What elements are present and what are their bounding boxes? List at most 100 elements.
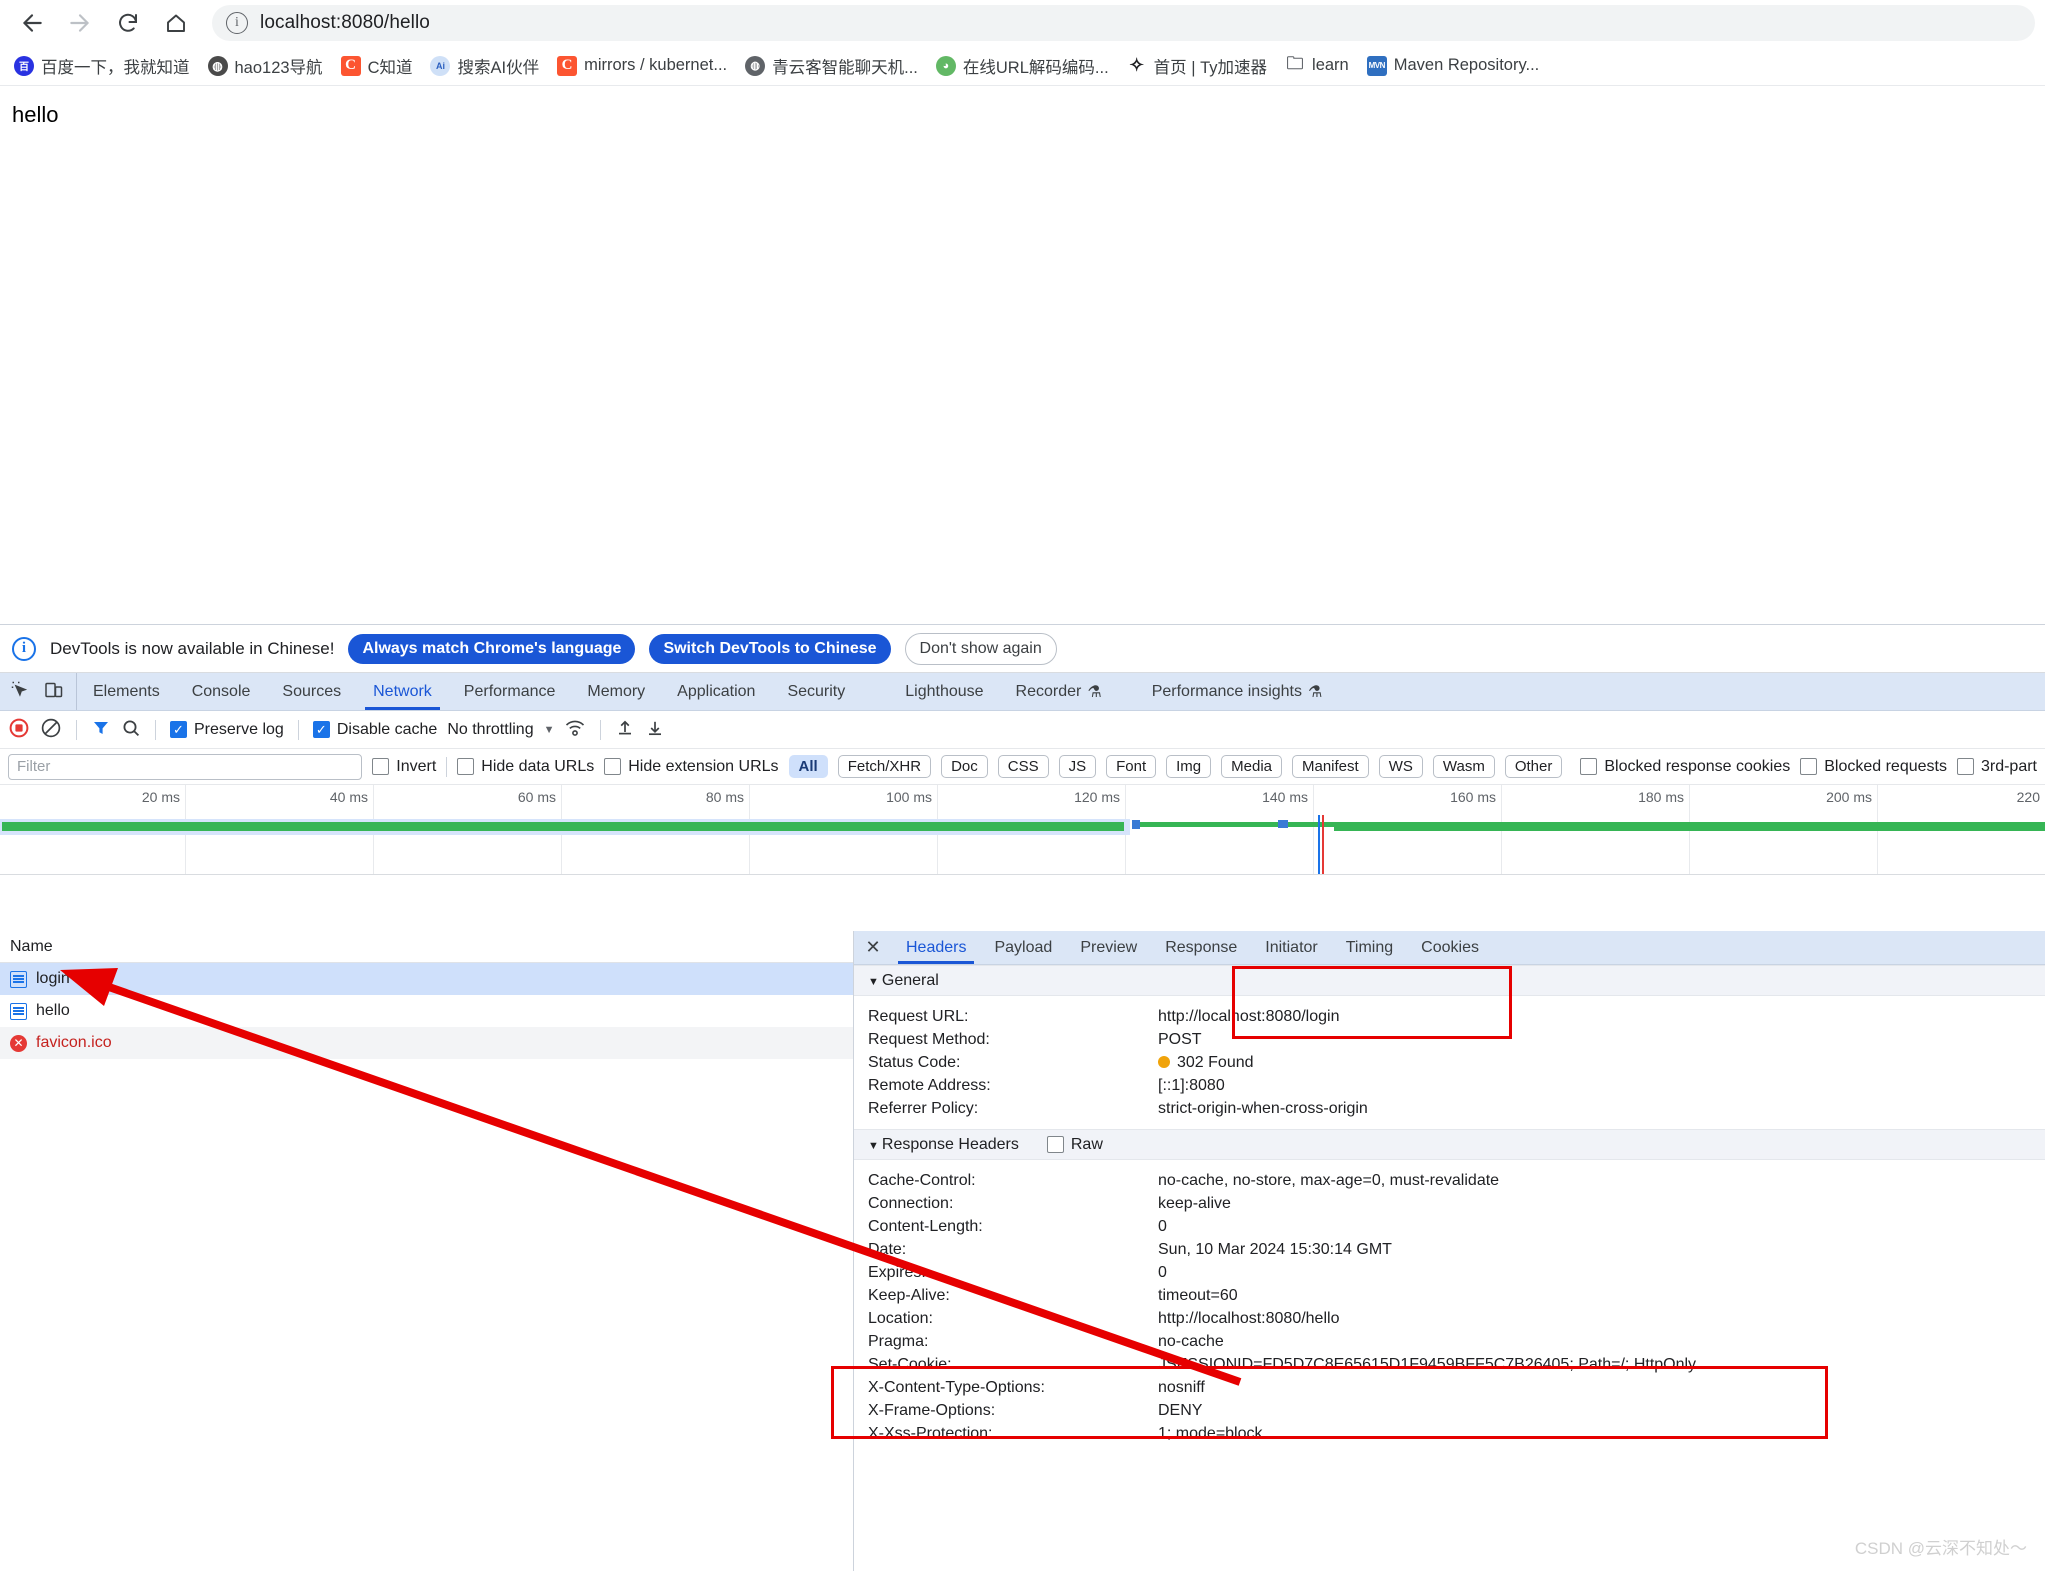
- type-filter-manifest[interactable]: Manifest: [1292, 755, 1369, 778]
- general-section-header[interactable]: ▼ General: [854, 965, 2045, 996]
- type-filter-img[interactable]: Img: [1166, 755, 1212, 778]
- bookmark-qingyunke[interactable]: ◍ 青云客智能聊天机...: [737, 50, 926, 82]
- tab-performance[interactable]: Performance: [448, 673, 572, 710]
- bookmark-cknow[interactable]: C C知道: [333, 50, 421, 82]
- switch-to-chinese-button[interactable]: Switch DevTools to Chinese: [649, 633, 891, 664]
- header-value: 1; mode=block: [1158, 1424, 1263, 1442]
- dont-show-again-button[interactable]: Don't show again: [904, 632, 1057, 665]
- forward-button[interactable]: [58, 3, 102, 43]
- csdn-c-icon: C: [340, 55, 361, 76]
- chevron-down-icon[interactable]: ▼: [544, 724, 555, 736]
- always-match-language-button[interactable]: Always match Chrome's language: [348, 633, 636, 664]
- tab-sources[interactable]: Sources: [266, 673, 357, 710]
- detail-tab-timing[interactable]: Timing: [1332, 931, 1407, 964]
- tab-memory[interactable]: Memory: [571, 673, 661, 710]
- type-filter-doc[interactable]: Doc: [941, 755, 988, 778]
- bookmark-mirrors-kubernetes[interactable]: C mirrors / kubernet...: [549, 52, 735, 80]
- detail-tab-initiator[interactable]: Initiator: [1251, 931, 1331, 964]
- tab-elements[interactable]: Elements: [77, 673, 176, 710]
- third-party-checkbox[interactable]: 3rd-part: [1956, 758, 2037, 776]
- bookmark-url-decoder[interactable]: ◕ 在线URL解码编码...: [928, 50, 1117, 82]
- raw-checkbox[interactable]: Raw: [1046, 1136, 1103, 1154]
- type-filter-all[interactable]: All: [788, 755, 828, 778]
- type-filter-font[interactable]: Font: [1106, 755, 1157, 778]
- site-info-icon[interactable]: i: [226, 12, 248, 34]
- request-table-header[interactable]: Name: [0, 931, 853, 963]
- detail-tab-cookies[interactable]: Cookies: [1407, 931, 1493, 964]
- bookmark-maven-repository[interactable]: MVN Maven Repository...: [1359, 52, 1548, 80]
- hide-extension-urls-checkbox[interactable]: Hide extension URLs: [604, 758, 779, 776]
- close-icon[interactable]: ✕: [854, 931, 892, 964]
- type-filter-fetch-xhr[interactable]: Fetch/XHR: [837, 755, 932, 778]
- type-filter-wasm[interactable]: Wasm: [1432, 755, 1495, 778]
- home-button[interactable]: [154, 3, 198, 43]
- bookmark-baidu[interactable]: 百 百度一下，我就知道: [6, 50, 198, 82]
- filter-funnel-icon[interactable]: [91, 718, 111, 742]
- type-filter-js[interactable]: JS: [1058, 755, 1097, 778]
- blocked-requests-checkbox[interactable]: Blocked requests: [1800, 758, 1947, 776]
- invert-checkbox[interactable]: Invert: [372, 758, 436, 776]
- detail-tab-headers[interactable]: Headers: [892, 931, 980, 964]
- tab-network[interactable]: Network: [357, 673, 448, 710]
- bookmark-ai-partner[interactable]: Ai 搜索AI伙伴: [422, 50, 547, 82]
- blocked-response-cookies-checkbox[interactable]: Blocked response cookies: [1580, 758, 1790, 776]
- back-button[interactable]: [10, 3, 54, 43]
- status-text: 302 Found: [1177, 1053, 1254, 1071]
- bookmark-folder-learn[interactable]: 🗀 learn: [1277, 52, 1357, 80]
- type-filter-css[interactable]: CSS: [997, 755, 1049, 778]
- address-bar[interactable]: i localhost:8080/hello: [212, 5, 2035, 41]
- bookmark-hao123[interactable]: ◍ hao123导航: [200, 50, 331, 82]
- detail-tab-response[interactable]: Response: [1151, 931, 1251, 964]
- tab-application[interactable]: Application: [661, 673, 771, 710]
- network-overview-timeline[interactable]: 20 ms 40 ms 60 ms 80 ms 100 ms 120 ms 14…: [0, 785, 2045, 875]
- type-filter-other[interactable]: Other: [1504, 755, 1563, 778]
- clear-button[interactable]: [40, 717, 62, 743]
- bookmark-label: 搜索AI伙伴: [457, 58, 540, 77]
- throttling-select[interactable]: No throttling: [447, 721, 533, 739]
- hide-data-urls-checkbox[interactable]: Hide data URLs: [457, 758, 594, 776]
- request-row-favicon[interactable]: ✕ favicon.ico: [0, 1027, 853, 1059]
- disable-cache-checkbox[interactable]: ✓ Disable cache: [312, 721, 437, 739]
- tab-label: Timing: [1345, 938, 1394, 956]
- tab-performance-insights[interactable]: Performance insights ⚗: [1136, 673, 1339, 710]
- response-headers-section-header[interactable]: ▼ Response Headers Raw: [854, 1129, 2045, 1160]
- checkbox-box: [1580, 758, 1598, 775]
- tab-security[interactable]: Security: [771, 673, 861, 710]
- header-name: X-Content-Type-Options:: [868, 1378, 1045, 1396]
- detail-tab-preview[interactable]: Preview: [1066, 931, 1151, 964]
- search-magnifier-icon[interactable]: [121, 718, 141, 742]
- overview-marker-blue-a: [1132, 820, 1140, 829]
- overview-marker-blue-b: [1278, 820, 1288, 828]
- tab-label: Preview: [1080, 938, 1138, 956]
- import-har-icon[interactable]: [615, 718, 635, 742]
- filter-input[interactable]: Filter: [8, 753, 363, 780]
- network-conditions-icon[interactable]: [564, 718, 586, 742]
- general-row-request-url: Request URL: http://localhost:8080/login: [854, 1005, 2045, 1028]
- request-row-login[interactable]: login: [0, 963, 853, 995]
- response-header-keep-alive: Keep-Alive: timeout=60: [854, 1284, 2045, 1307]
- detail-tab-payload[interactable]: Payload: [980, 931, 1066, 964]
- type-filter-media[interactable]: Media: [1221, 755, 1282, 778]
- header-name: Expires:: [868, 1263, 926, 1281]
- request-row-hello[interactable]: hello: [0, 995, 853, 1027]
- tab-label: Elements: [93, 682, 160, 700]
- response-header-date: Date: Sun, 10 Mar 2024 15:30:14 GMT: [854, 1238, 2045, 1261]
- reload-button[interactable]: [106, 3, 150, 43]
- bookmarks-bar: 百 百度一下，我就知道 ◍ hao123导航 C C知道 Ai 搜索AI伙伴 C…: [0, 46, 2045, 86]
- record-button[interactable]: [8, 717, 30, 743]
- overview-request-bar-favicon: [1334, 822, 2045, 831]
- network-filter-toolbar: Filter Invert Hide data URLs Hide extens…: [0, 749, 2045, 785]
- request-detail-pane: ✕ Headers Payload Preview Response Initi…: [854, 931, 2045, 1571]
- tab-lighthouse[interactable]: Lighthouse: [889, 673, 999, 710]
- header-value: 0: [1158, 1263, 1167, 1281]
- type-filter-ws[interactable]: WS: [1378, 755, 1423, 778]
- device-toolbar-icon[interactable]: [44, 680, 64, 704]
- preserve-log-checkbox[interactable]: ✓ Preserve log: [170, 721, 284, 739]
- export-har-icon[interactable]: [645, 718, 665, 742]
- browser-toolbar: i localhost:8080/hello: [0, 0, 2045, 46]
- inspect-element-icon[interactable]: [10, 680, 30, 704]
- tab-recorder[interactable]: Recorder ⚗: [1000, 673, 1118, 710]
- bookmark-ty-accelerator[interactable]: ✧ 首页 | Ty加速器: [1119, 50, 1275, 82]
- tab-console[interactable]: Console: [176, 673, 267, 710]
- header-name: X-Xss-Protection:: [868, 1424, 993, 1442]
